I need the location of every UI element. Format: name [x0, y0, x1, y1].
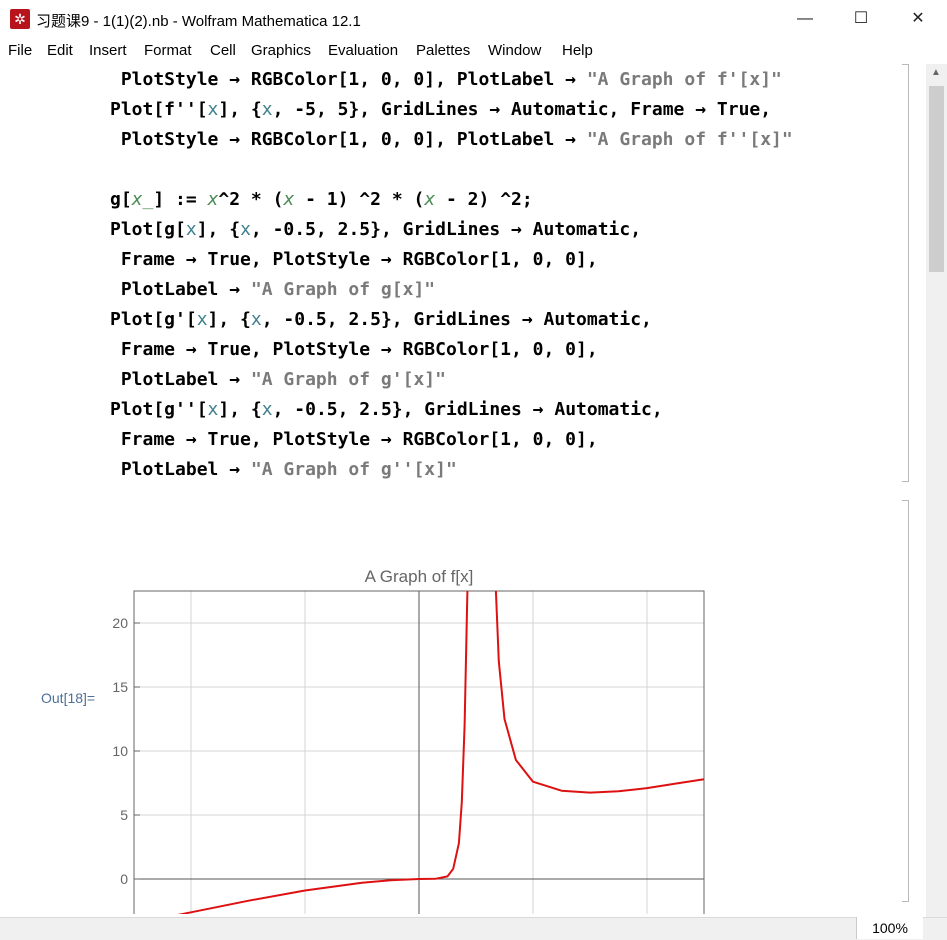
- menu-evaluation[interactable]: Evaluation: [328, 42, 398, 59]
- input-cell-bracket[interactable]: [902, 64, 909, 482]
- y-tick-label: 15: [112, 679, 128, 695]
- code-line-2[interactable]: Plot[f''[x], {x, -5, 5}, GridLines → Aut…: [110, 99, 771, 120]
- plot-title: A Graph of f[x]: [365, 567, 474, 586]
- menu-format[interactable]: Format: [144, 42, 192, 59]
- menu-help[interactable]: Help: [562, 42, 593, 59]
- scroll-up-icon[interactable]: ▲: [931, 67, 941, 78]
- y-tick-label: 0: [120, 871, 128, 887]
- mathematica-icon: ✲: [10, 9, 30, 29]
- minimize-button[interactable]: —: [776, 0, 834, 38]
- plot-graphic[interactable]: −4−202405101520A Graph of f[x]: [0, 494, 760, 914]
- code-line-3[interactable]: PlotStyle → RGBColor[1, 0, 0], PlotLabel…: [110, 129, 793, 150]
- code-line-9[interactable]: Frame → True, PlotStyle → RGBColor[1, 0,…: [110, 339, 598, 360]
- output-cell-bracket[interactable]: [902, 500, 909, 902]
- code-line-11[interactable]: Plot[g''[x], {x, -0.5, 2.5}, GridLines →…: [110, 399, 663, 420]
- code-line-6[interactable]: Frame → True, PlotStyle → RGBColor[1, 0,…: [110, 249, 598, 270]
- window-title: 习题课9 - 1(1)(2).nb - Wolfram Mathematica …: [36, 13, 361, 30]
- menu-edit[interactable]: Edit: [47, 42, 73, 59]
- title-bar: ✲ 习题课9 - 1(1)(2).nb - Wolfram Mathematic…: [0, 0, 947, 38]
- y-tick-label: 10: [112, 743, 128, 759]
- menu-file[interactable]: File: [8, 42, 32, 59]
- menu-insert[interactable]: Insert: [89, 42, 127, 59]
- notebook-area[interactable]: PlotStyle → RGBColor[1, 0, 0], PlotLabel…: [0, 64, 926, 917]
- code-line-10[interactable]: PlotLabel → "A Graph of g'[x]": [110, 369, 446, 390]
- menu-palettes[interactable]: Palettes: [416, 42, 470, 59]
- menu-graphics[interactable]: Graphics: [251, 42, 311, 59]
- maximize-button[interactable]: ☐: [832, 0, 890, 38]
- curve-segment: [494, 590, 705, 794]
- code-line-13[interactable]: PlotLabel → "A Graph of g''[x]": [110, 459, 457, 480]
- y-tick-label: 5: [120, 807, 128, 823]
- menu-cell[interactable]: Cell: [210, 42, 236, 59]
- code-line-5[interactable]: Plot[g[x], {x, -0.5, 2.5}, GridLines → A…: [110, 219, 641, 240]
- code-line-8[interactable]: Plot[g'[x], {x, -0.5, 2.5}, GridLines → …: [110, 309, 652, 330]
- zoom-level[interactable]: 100%: [856, 917, 923, 939]
- vertical-scrollbar[interactable]: ▲: [926, 64, 947, 917]
- menu-window[interactable]: Window: [488, 42, 541, 59]
- close-button[interactable]: ✕: [889, 0, 947, 38]
- code-line-7[interactable]: PlotLabel → "A Graph of g[x]": [110, 279, 435, 300]
- curve-segment: [177, 590, 469, 914]
- y-tick-label: 20: [112, 615, 128, 631]
- status-bar: [0, 917, 947, 940]
- code-line-1[interactable]: PlotStyle → RGBColor[1, 0, 0], PlotLabel…: [110, 69, 782, 90]
- code-line-4[interactable]: g[x_] := x^2 * (x - 1) ^2 * (x - 2) ^2;: [110, 189, 533, 210]
- code-line-12[interactable]: Frame → True, PlotStyle → RGBColor[1, 0,…: [110, 429, 598, 450]
- menu-bar: File Edit Insert Format Cell Graphics Ev…: [0, 38, 947, 64]
- scroll-thumb[interactable]: [929, 86, 944, 272]
